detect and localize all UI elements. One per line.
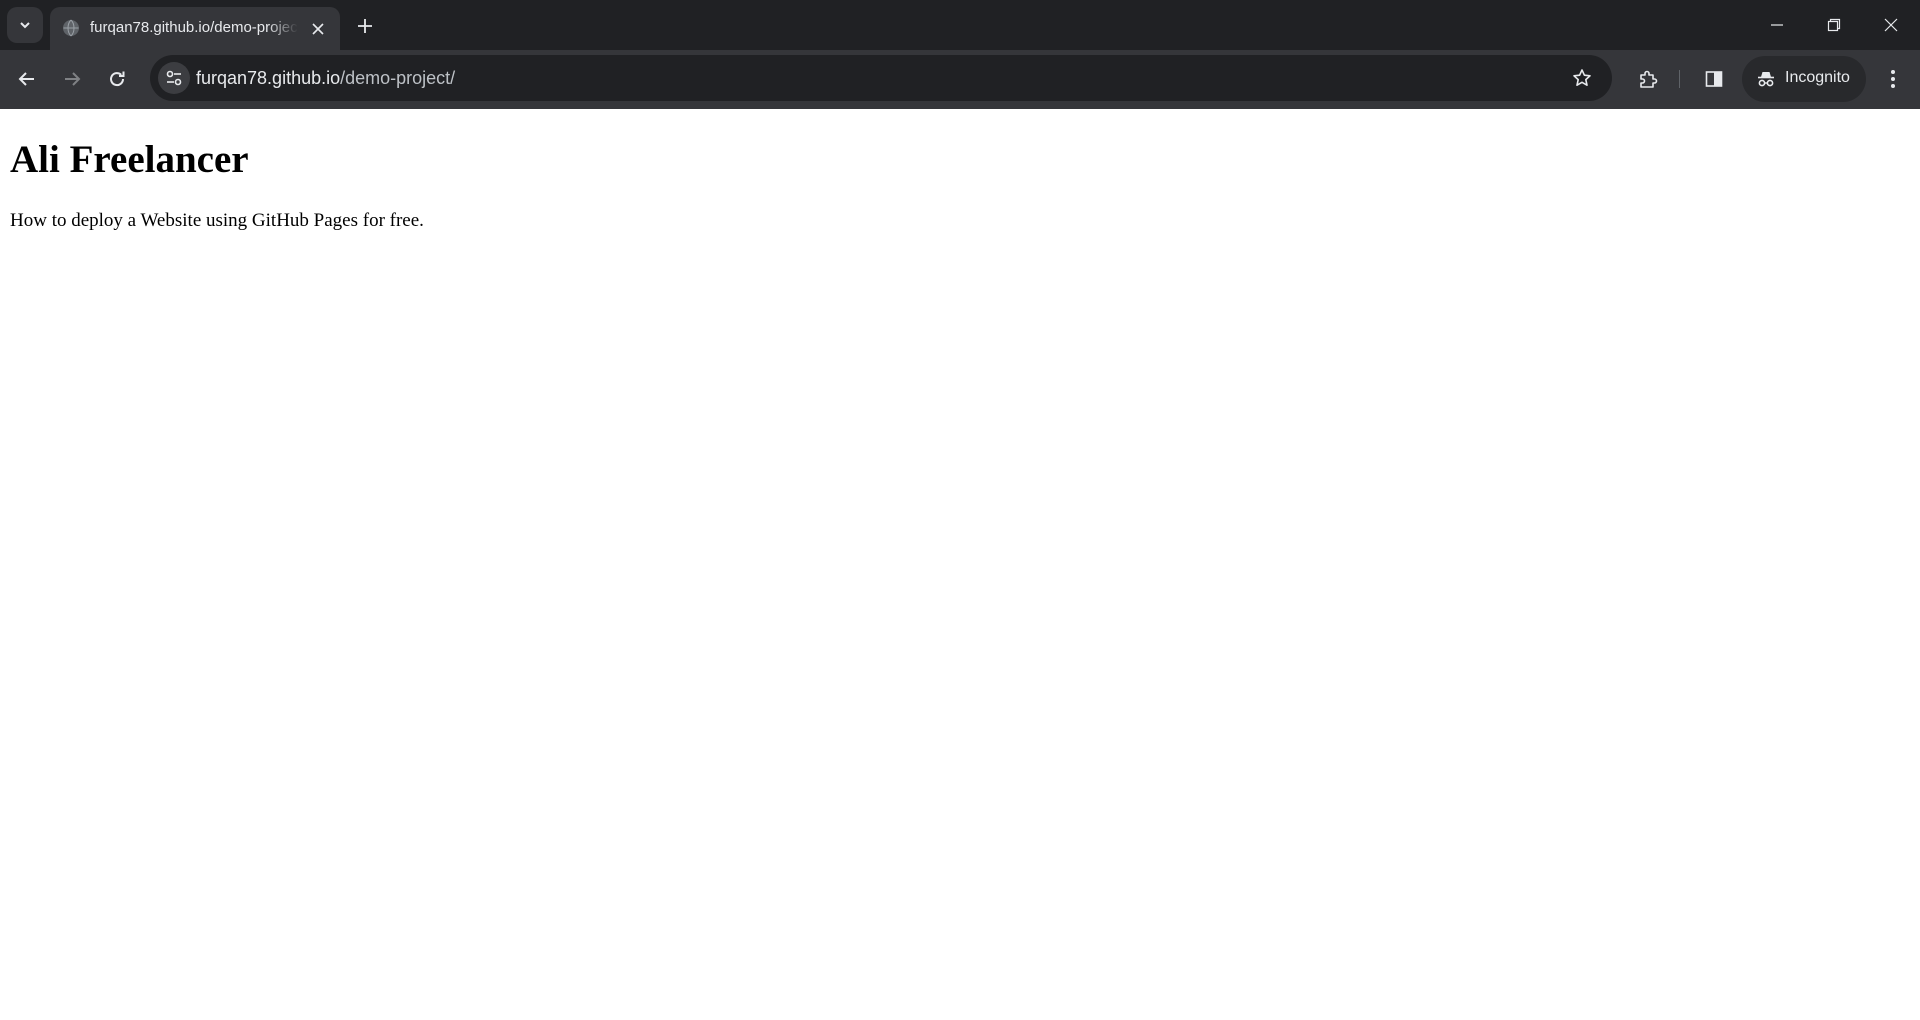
incognito-icon	[1756, 69, 1776, 89]
tab-title: furqan78.github.io/demo-project/	[90, 19, 298, 36]
url-host: furqan78.github.io	[196, 68, 341, 88]
arrow-right-icon	[63, 70, 81, 88]
new-tab-button[interactable]	[350, 11, 380, 41]
page-heading: Ali Freelancer	[10, 138, 249, 181]
close-icon	[1884, 18, 1898, 32]
puzzle-icon	[1638, 69, 1658, 89]
browser-menu-button[interactable]	[1876, 61, 1910, 97]
side-panel-button[interactable]	[1696, 61, 1732, 97]
chevron-down-icon	[18, 18, 32, 32]
reload-icon	[108, 70, 126, 88]
tab-search-button[interactable]	[7, 7, 43, 43]
incognito-profile-button[interactable]: Incognito	[1742, 56, 1866, 102]
tab-close-button[interactable]	[306, 17, 330, 41]
window-close-button[interactable]	[1872, 10, 1910, 40]
back-button[interactable]	[10, 62, 44, 96]
site-info-button[interactable]	[158, 62, 190, 94]
close-icon	[312, 23, 324, 35]
minimize-icon	[1770, 18, 1784, 32]
side-panel-icon	[1704, 69, 1724, 89]
toolbar-divider	[1679, 70, 1680, 88]
tab-strip: furqan78.github.io/demo-project/	[0, 0, 1920, 50]
reload-button[interactable]	[100, 62, 134, 96]
star-icon	[1572, 68, 1592, 88]
kebab-menu-icon	[1890, 69, 1896, 89]
forward-button[interactable]	[55, 62, 89, 96]
tune-icon	[165, 69, 183, 87]
url-text[interactable]: furqan78.github.io/demo-project/	[196, 68, 455, 89]
bookmark-button[interactable]	[1568, 64, 1596, 92]
plus-icon	[357, 18, 373, 34]
extensions-button[interactable]	[1630, 61, 1666, 97]
window-minimize-button[interactable]	[1758, 10, 1796, 40]
restore-icon	[1827, 18, 1841, 32]
browser-toolbar: furqan78.github.io/demo-project/ Incogni…	[0, 50, 1920, 109]
page-paragraph: How to deploy a Website using GitHub Pag…	[10, 210, 424, 231]
window-restore-button[interactable]	[1815, 10, 1853, 40]
page-content: Ali Freelancer How to deploy a Website u…	[0, 109, 1920, 1020]
tab-active[interactable]: furqan78.github.io/demo-project/	[50, 7, 340, 50]
incognito-label: Incognito	[1785, 69, 1850, 86]
address-bar[interactable]: furqan78.github.io/demo-project/	[150, 55, 1612, 101]
globe-icon	[61, 18, 81, 38]
arrow-left-icon	[18, 70, 36, 88]
url-path: /demo-project/	[340, 68, 456, 88]
